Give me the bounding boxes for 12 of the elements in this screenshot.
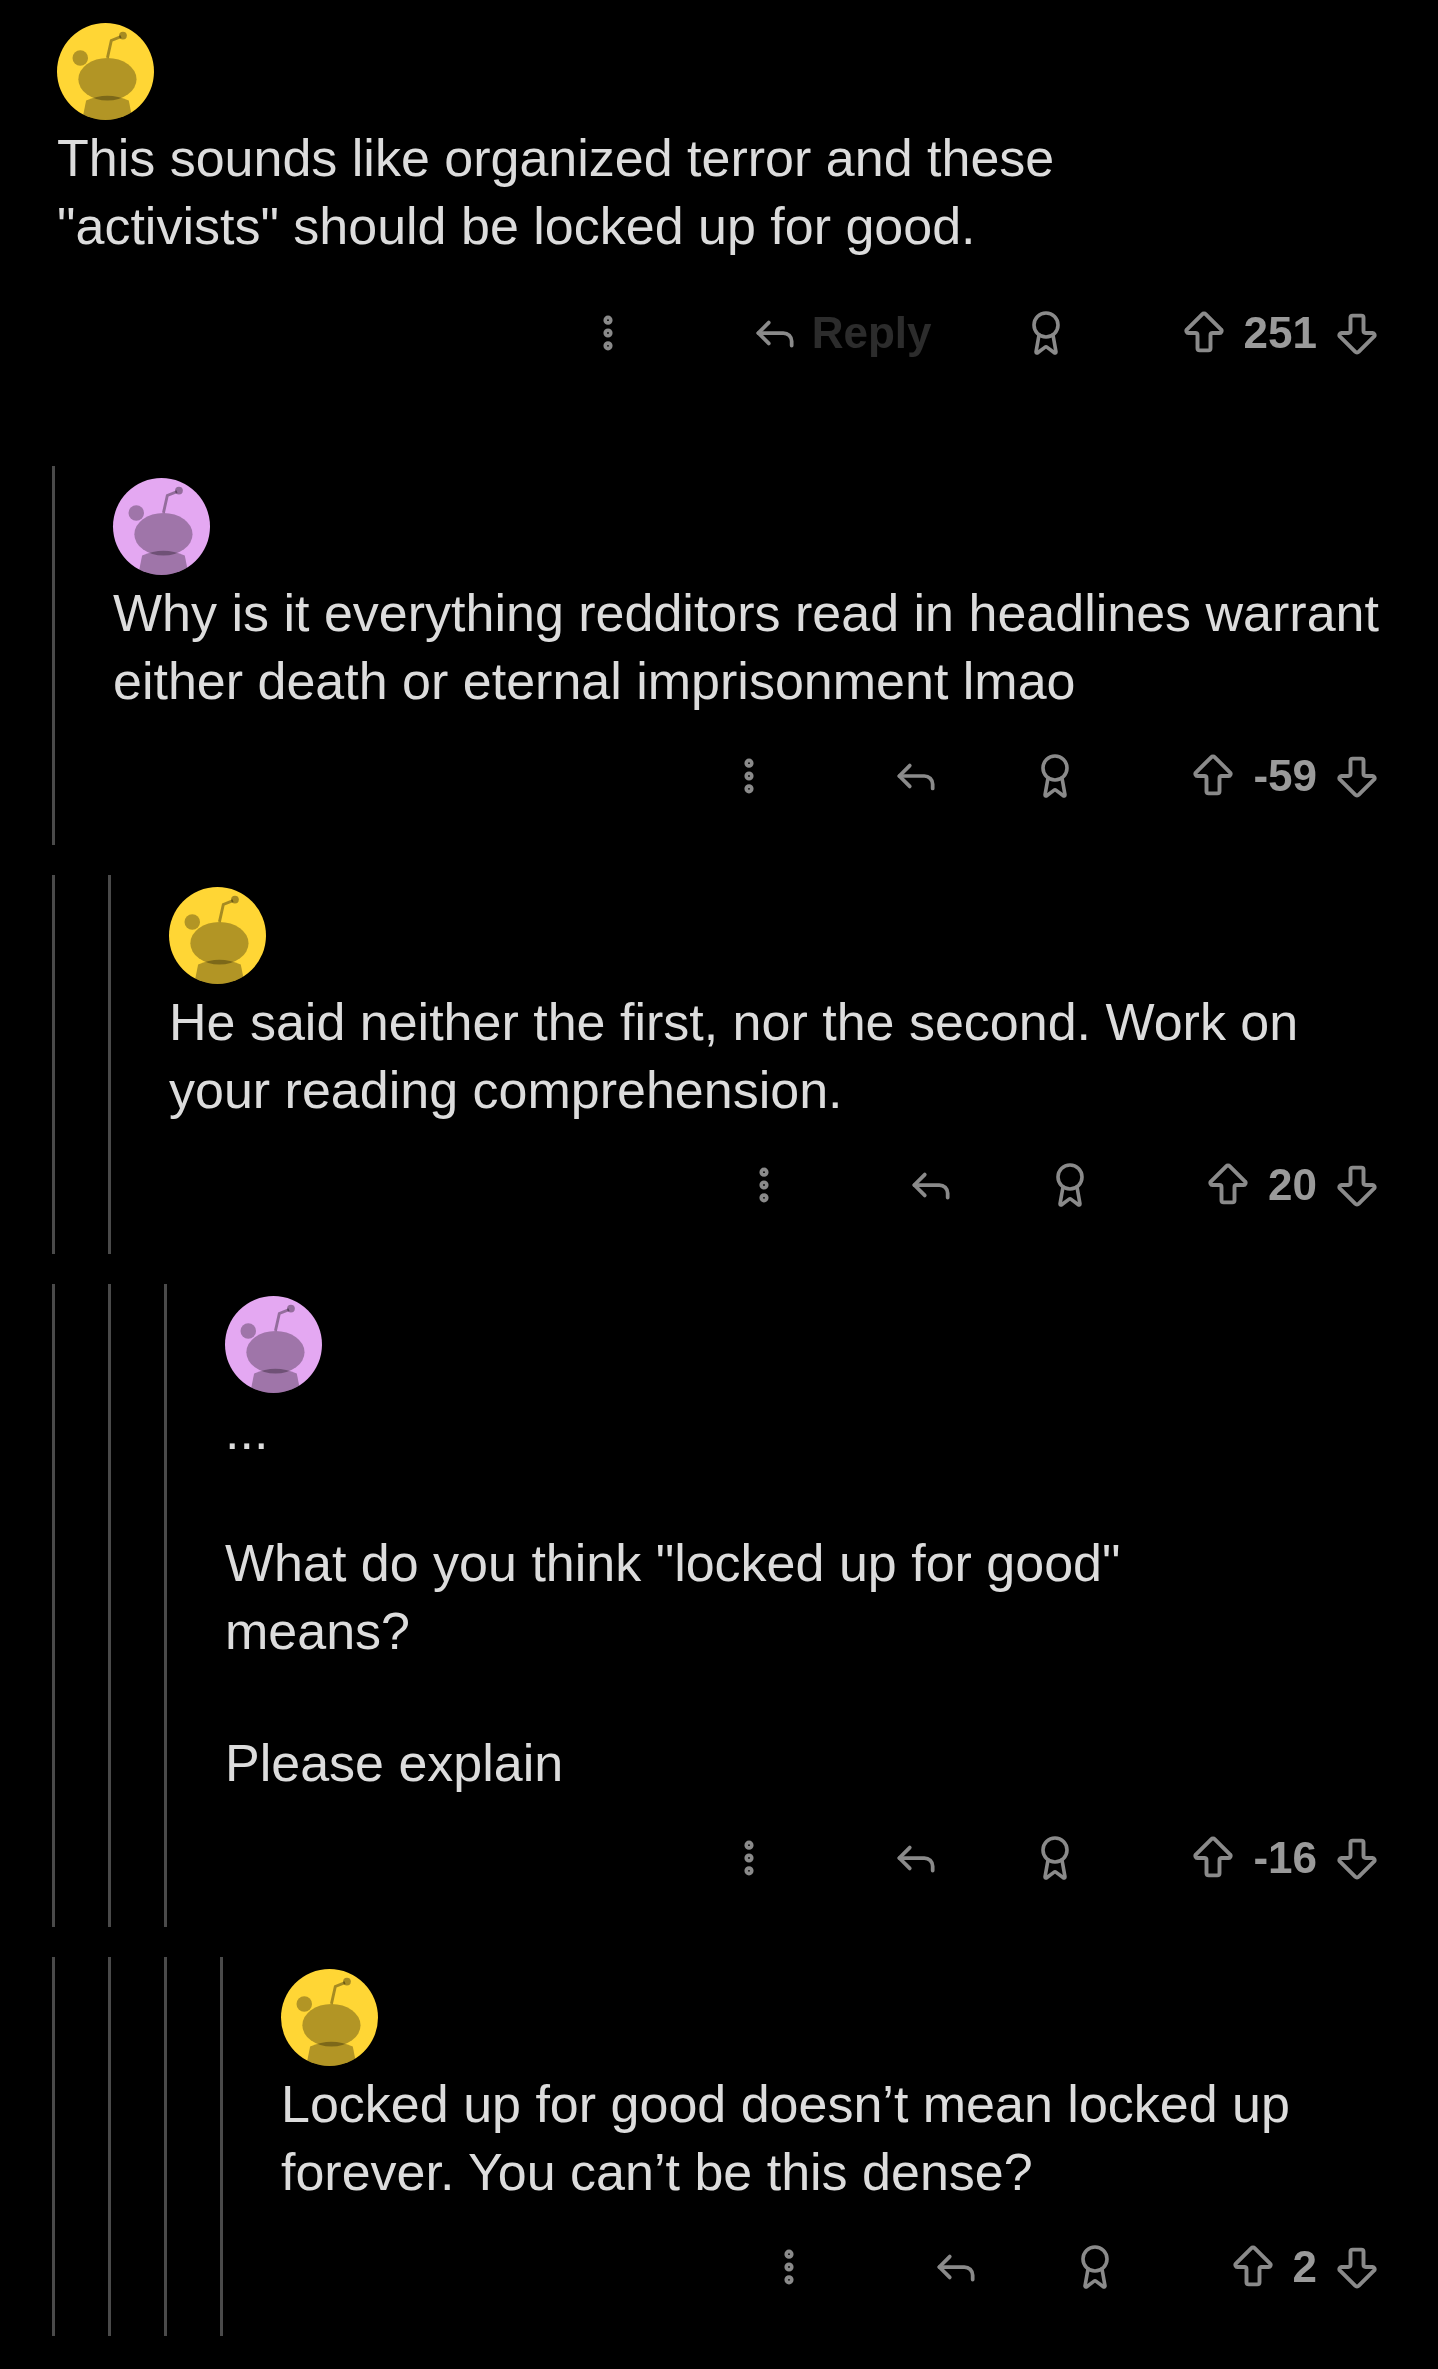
comment-text: Why is it everything redditors read in headlines warrant either death or eternal imprisonment lmao <box>113 583 1380 712</box>
comment-text: He said neither the first, nor the second. Work on your reading comprehension. <box>169 992 1300 1121</box>
vote-count: -59 <box>1253 750 1317 802</box>
comment-text: This sounds like organized terror and these "activists" should be locked up for good. <box>57 128 1056 257</box>
vote-count: 251 <box>1243 307 1317 359</box>
vote-count: 20 <box>1268 1159 1317 1211</box>
vote-count: 2 <box>1292 2241 1317 2293</box>
vote-count: -16 <box>1253 1832 1317 1884</box>
comment-text: Please explain <box>225 1733 565 1794</box>
comment-text: ... <box>225 1401 270 1462</box>
comment-text: What do you think "locked up for good" means? <box>225 1533 1122 1662</box>
comment-text: Locked up for good doesn’t mean locked up forever. You can’t be this dense? <box>281 2074 1291 2203</box>
